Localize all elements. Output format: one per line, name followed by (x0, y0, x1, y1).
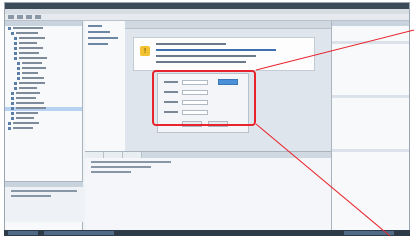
callout-line-bottom (255, 123, 391, 237)
callout-lines (255, 29, 415, 237)
callout-line-top (255, 29, 415, 71)
